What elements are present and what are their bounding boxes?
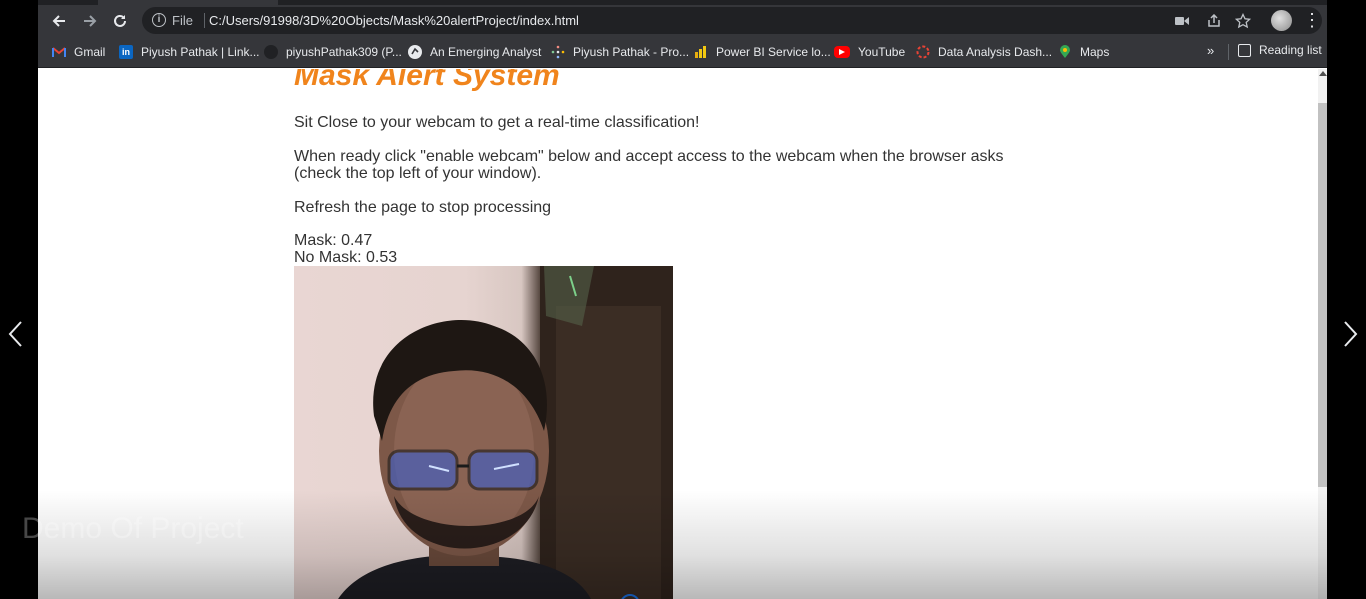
- bookmark-portfolio[interactable]: Piyush Pathak - Pro...: [551, 43, 689, 61]
- gmail-icon: [52, 45, 66, 59]
- page-title: Mask Alert System: [294, 69, 560, 92]
- reading-list-icon: [1238, 43, 1251, 57]
- bookmark-label: Power BI Service lo...: [716, 45, 831, 59]
- browser-window: i File C:/Users/91998/3D%20Objects/Mask%…: [38, 0, 1327, 599]
- linkedin-icon: in: [119, 45, 133, 59]
- globe-icon: [408, 45, 422, 59]
- menu-dots-icon[interactable]: ⋮: [1303, 5, 1321, 36]
- page-scrollbar[interactable]: [1318, 69, 1327, 599]
- bookmark-power-bi[interactable]: Power BI Service lo...: [694, 43, 831, 61]
- maps-icon: [1058, 45, 1072, 59]
- bookmark-label: YouTube: [858, 45, 906, 59]
- bookmark-youtube[interactable]: YouTube: [834, 43, 905, 61]
- scroll-up-arrow-icon[interactable]: [1319, 71, 1327, 76]
- watermark-text: Demo Of Project: [22, 512, 244, 545]
- reading-list-button[interactable]: Reading list: [1238, 43, 1322, 57]
- bookmark-label: Gmail: [74, 45, 106, 59]
- bookmark-label: Data Analysis Dash...: [938, 45, 1053, 59]
- bookmark-label: Maps: [1080, 45, 1110, 59]
- previous-arrow-icon[interactable]: [6, 320, 26, 348]
- bookmark-label: An Emerging Analyst: [430, 45, 542, 59]
- profile-avatar[interactable]: [1271, 10, 1292, 31]
- bookmark-label: piyushPathak309 (P...: [286, 45, 402, 59]
- dash-icon: [916, 45, 930, 59]
- url-text[interactable]: C:/Users/91998/3D%20Objects/Mask%20alert…: [209, 13, 579, 28]
- info-icon[interactable]: i: [152, 13, 166, 27]
- instruction-text: Sit Close to your webcam to get a real-t…: [294, 114, 700, 131]
- browser-toolbar: i File C:/Users/91998/3D%20Objects/Mask%…: [38, 5, 1327, 36]
- address-divider: [204, 13, 205, 28]
- camera-icon[interactable]: [1172, 11, 1192, 31]
- youtube-icon: [834, 46, 850, 58]
- bookmark-data-analysis[interactable]: Data Analysis Dash...: [916, 43, 1052, 61]
- bookmark-label: Piyush Pathak | Link...: [141, 45, 260, 59]
- share-icon[interactable]: [1204, 11, 1224, 31]
- instruction-text: Refresh the page to stop processing: [294, 199, 552, 216]
- power-bi-icon: [694, 45, 708, 59]
- bookmark-linkedin[interactable]: in Piyush Pathak | Link...: [119, 43, 260, 61]
- bookmark-label: Piyush Pathak - Pro...: [573, 45, 690, 59]
- back-arrow-icon[interactable]: [45, 5, 73, 36]
- url-scheme-label: File: [172, 13, 193, 28]
- bookmarks-bar: Gmail in Piyush Pathak | Link... piyushP…: [38, 36, 1327, 68]
- next-arrow-icon[interactable]: [1340, 320, 1360, 348]
- instruction-text: When ready click "enable webcam" below a…: [294, 148, 1004, 182]
- star-icon[interactable]: [1233, 11, 1253, 31]
- webcam-feed: [294, 266, 673, 599]
- bookmarks-divider: [1228, 44, 1229, 60]
- bookmark-github[interactable]: piyushPathak309 (P...: [264, 43, 402, 61]
- forward-arrow-icon[interactable]: [76, 5, 104, 36]
- scroll-thumb[interactable]: [1318, 103, 1327, 487]
- no-mask-score: No Mask: 0.53: [294, 249, 398, 266]
- bookmark-maps[interactable]: Maps: [1058, 43, 1109, 61]
- reload-icon[interactable]: [106, 5, 134, 36]
- address-bar[interactable]: i File C:/Users/91998/3D%20Objects/Mask%…: [142, 7, 1322, 34]
- dots-icon: [551, 45, 565, 59]
- mask-score: Mask: 0.47: [294, 232, 373, 249]
- reading-list-label: Reading list: [1259, 43, 1322, 57]
- bookmark-gmail[interactable]: Gmail: [52, 43, 105, 61]
- bookmark-emerging-analyst[interactable]: An Emerging Analyst: [408, 43, 541, 61]
- github-icon: [264, 45, 278, 59]
- more-bookmarks-icon[interactable]: »: [1207, 43, 1214, 58]
